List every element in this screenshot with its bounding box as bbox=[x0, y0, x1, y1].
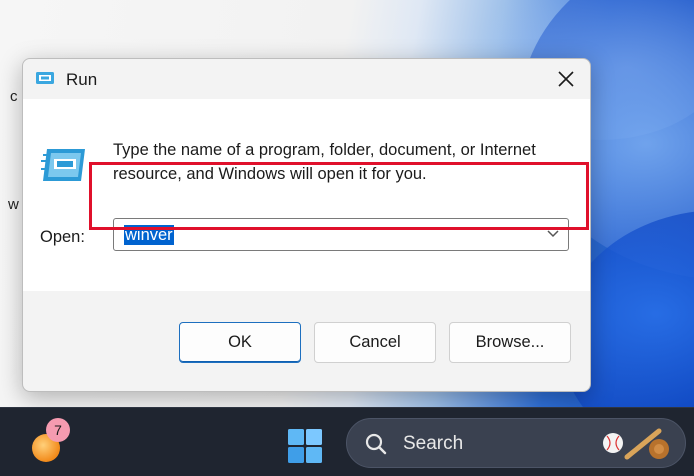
title-bar[interactable]: Run bbox=[23, 59, 590, 99]
search-placeholder: Search bbox=[403, 433, 464, 454]
run-program-icon bbox=[41, 149, 85, 181]
ok-button[interactable]: OK bbox=[179, 322, 301, 363]
chevron-down-icon[interactable] bbox=[546, 229, 560, 239]
open-label: Open: bbox=[40, 228, 85, 246]
close-button[interactable] bbox=[548, 63, 584, 95]
desktop-icon-fragment: w bbox=[8, 196, 19, 213]
notification-badge: 7 bbox=[46, 418, 70, 442]
windows-logo-icon[interactable] bbox=[286, 427, 324, 465]
browse-button[interactable]: Browse... bbox=[449, 322, 571, 363]
search-icon bbox=[365, 433, 387, 455]
taskbar-search-box[interactable]: Search bbox=[346, 418, 686, 468]
dialog-title: Run bbox=[66, 70, 98, 89]
run-dialog: Run Type the name of a program, folder, … bbox=[22, 58, 591, 392]
close-icon bbox=[558, 71, 574, 87]
baseball-icon bbox=[603, 428, 669, 460]
run-app-icon bbox=[36, 72, 54, 84]
desktop-icon-fragment: c bbox=[10, 88, 18, 105]
annotation-highlight-box bbox=[89, 162, 589, 230]
cancel-button[interactable]: Cancel bbox=[314, 322, 436, 363]
